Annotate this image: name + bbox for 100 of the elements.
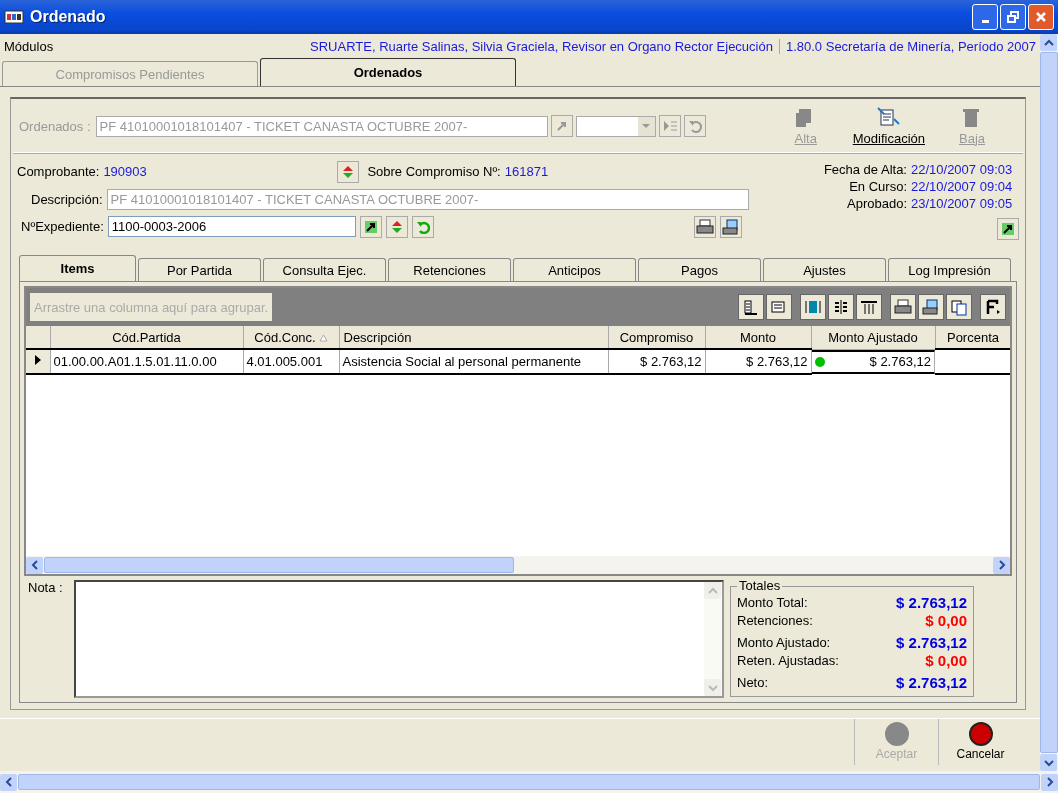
updown-icon — [342, 164, 355, 179]
compromiso-label: Sobre Compromiso Nº: — [367, 164, 501, 180]
list-icon — [661, 119, 678, 134]
preview-icon — [721, 218, 740, 235]
ordenados-label: Ordenados : — [19, 118, 91, 134]
tab[interactable]: Pagos — [638, 258, 761, 281]
table-cell: $ 2.763,12 — [705, 349, 811, 374]
scroll-right-icon[interactable] — [1045, 777, 1054, 787]
app-icon — [4, 9, 24, 25]
scroll-left-icon[interactable] — [4, 777, 13, 787]
preview-button[interactable] — [719, 215, 742, 238]
font-icon — [984, 298, 1002, 316]
total-value: $ 2.763,12 — [896, 674, 967, 692]
go-button[interactable] — [997, 217, 1019, 240]
tab[interactable]: Anticipos — [513, 258, 636, 281]
expediente-field[interactable]: 1100-0003-2006 — [107, 216, 356, 238]
modify-button[interactable]: Modificación — [844, 106, 933, 146]
tab[interactable]: Retenciones — [388, 258, 511, 281]
date-label: En Curso: — [849, 177, 907, 195]
expand-icon — [804, 298, 822, 316]
horizontal-scrollbar[interactable] — [26, 556, 1010, 574]
undo-button[interactable] — [411, 215, 434, 238]
table-cell: 01.00.00.A01.1.5.01.11.0.00 — [50, 349, 243, 374]
minimize-icon — [981, 19, 989, 23]
tab[interactable]: Log Impresión — [888, 258, 1011, 281]
window-title: Ordenado — [30, 8, 107, 26]
date-label: Aprobado: — [847, 194, 907, 212]
updown-button[interactable] — [337, 160, 360, 183]
sort-icon — [318, 333, 328, 342]
total-value: $ 0,00 — [925, 652, 967, 670]
copy-button[interactable] — [946, 294, 972, 320]
date-value: 22/10/2007 09:03 — [911, 160, 1014, 178]
close-button[interactable] — [1028, 4, 1054, 30]
print-button[interactable] — [890, 294, 916, 320]
version-info: 1.80.0 Secretaría de Minería, Período 2007 — [778, 38, 1036, 54]
total-label: Retenciones: — [737, 612, 813, 630]
fit-icon — [860, 298, 878, 316]
horizontal-scrollbar[interactable] — [0, 771, 1058, 793]
row-indicator[interactable] — [26, 349, 50, 374]
arrow-icon — [1001, 221, 1015, 236]
compromiso-value: 161871 — [504, 164, 549, 180]
total-value: $ 2.763,12 — [896, 634, 967, 652]
columns-button[interactable] — [738, 294, 764, 320]
total-value: $ 0,00 — [925, 612, 967, 630]
tab[interactable]: Items — [19, 255, 136, 281]
modules-menu[interactable]: Módulos — [4, 38, 311, 54]
copy-icon — [950, 298, 968, 316]
tab[interactable]: Consulta Ejec. — [263, 258, 386, 281]
dropdown-field[interactable] — [575, 115, 656, 137]
expediente-label: NºExpediente: — [21, 219, 104, 235]
tab[interactable]: Por Partida — [138, 258, 261, 281]
circle-icon — [967, 721, 994, 747]
row-pointer-icon — [33, 353, 42, 366]
row-header — [26, 326, 50, 349]
scroll-right-icon[interactable] — [997, 560, 1006, 570]
split-button[interactable] — [828, 294, 854, 320]
undo-icon — [687, 119, 702, 134]
split-icon — [832, 298, 850, 316]
scroll-left-icon[interactable] — [30, 560, 39, 570]
restore-icon — [1007, 11, 1019, 23]
restore-button[interactable] — [1000, 4, 1026, 30]
close-icon — [1035, 11, 1047, 23]
total-label: Reten. Ajustadas: — [737, 652, 839, 670]
filter-button[interactable] — [766, 294, 792, 320]
user-info: SRUARTE, Ruarte Salinas, Silvia Graciela, Revisor en Organo Rector Ejecución — [310, 38, 773, 54]
column-header[interactable]: Descripción — [339, 326, 608, 349]
go-button[interactable] — [359, 215, 382, 238]
comprobante-label: Comprobante: — [17, 164, 100, 180]
date-value: 22/10/2007 09:04 — [911, 177, 1014, 195]
updown-button[interactable] — [385, 215, 408, 238]
nota-label: Nota : — [27, 580, 64, 597]
minimize-button[interactable] — [972, 4, 998, 30]
arrow-icon — [363, 219, 378, 234]
scroll-up-icon[interactable] — [1043, 38, 1054, 47]
cancel-button[interactable]: Cancelar — [938, 719, 1022, 765]
vertical-scrollbar[interactable] — [1040, 34, 1058, 771]
document-icon — [876, 106, 901, 129]
date-label: Fecha de Alta: — [823, 160, 907, 178]
font-button[interactable] — [980, 294, 1006, 320]
printer-icon — [695, 218, 714, 235]
date-value: 23/10/2007 09:05 — [911, 194, 1014, 212]
filter-icon — [770, 298, 788, 316]
total-label: Neto: — [737, 674, 769, 692]
undo-icon — [415, 219, 430, 234]
totals-title: Totales — [738, 580, 782, 592]
column-header[interactable]: Cód.Partida — [50, 326, 243, 349]
total-value: $ 2.763,12 — [896, 594, 967, 612]
total-label: Monto Total: — [737, 594, 808, 612]
preview-button[interactable] — [918, 294, 944, 320]
circle-icon — [883, 721, 910, 747]
columns-icon — [742, 298, 760, 316]
expand-button[interactable] — [800, 294, 826, 320]
tab[interactable]: Ordenados — [260, 58, 516, 86]
fit-button[interactable] — [856, 294, 882, 320]
dropdown-icon — [641, 123, 652, 130]
scroll-down-icon[interactable] — [1043, 758, 1054, 767]
print-button[interactable] — [693, 215, 716, 238]
table-cell: 4.01.005.001 — [243, 349, 339, 374]
column-header[interactable]: Monto Ajustado — [811, 326, 935, 349]
tab[interactable]: Ajustes — [763, 258, 886, 281]
